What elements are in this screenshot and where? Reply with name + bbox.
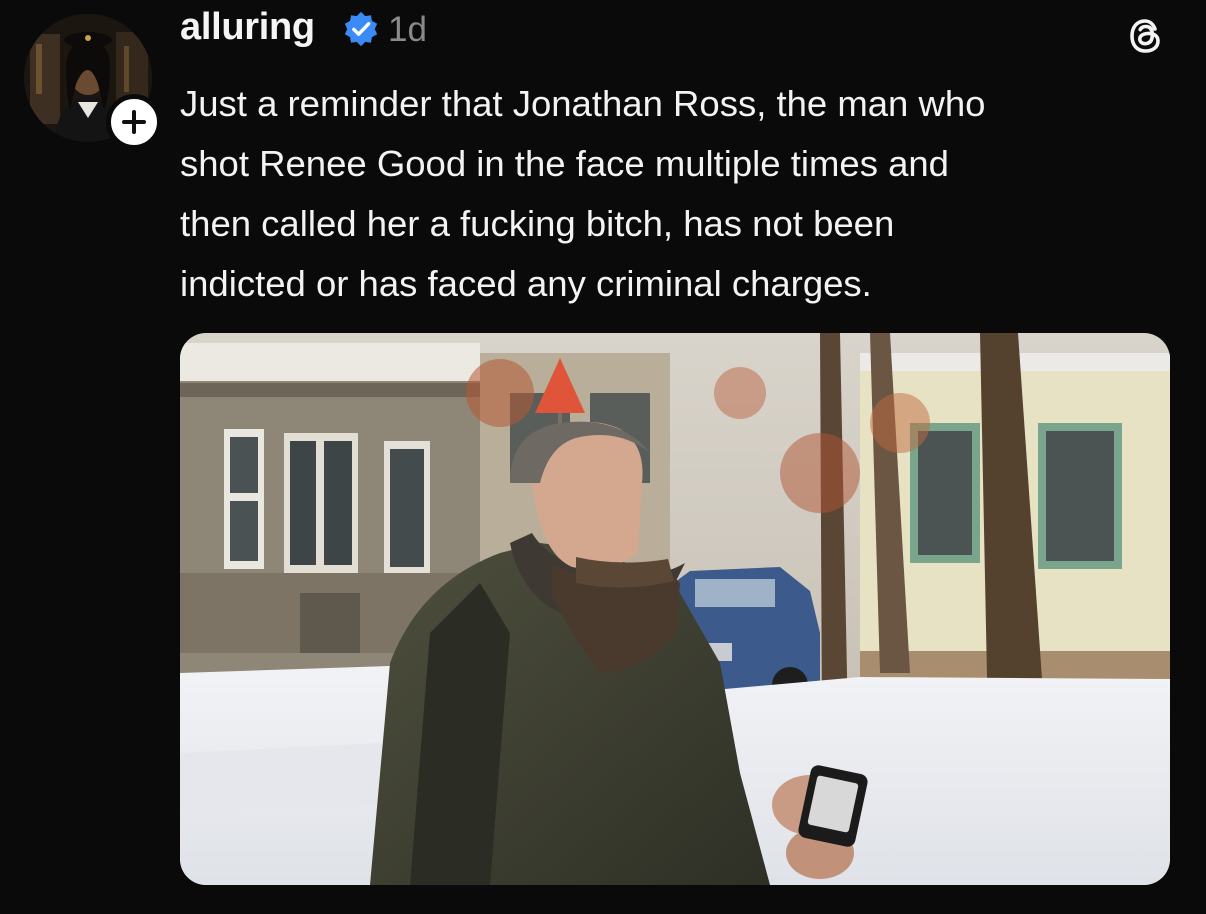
post-text: Just a reminder that Jonathan Ross, the … [180, 74, 1170, 314]
plus-icon [122, 110, 146, 134]
post-photo[interactable] [180, 333, 1170, 885]
post-text-line: shot Renee Good in the face multiple tim… [180, 143, 949, 184]
thread-post: alluring 1d Just a reminder that Jonatha… [0, 0, 1206, 914]
follow-button[interactable] [106, 94, 162, 150]
post-text-line: Just a reminder that Jonathan Ross, the … [180, 83, 986, 124]
avatar-container[interactable] [24, 14, 162, 150]
username[interactable]: alluring [180, 6, 315, 49]
post-timestamp: 1d [388, 10, 427, 49]
photo-scene [180, 333, 1170, 885]
verified-badge-icon [344, 11, 378, 47]
post-text-line: indicted or has faced any criminal charg… [180, 263, 872, 304]
post-text-line: then called her a fucking bitch, has not… [180, 203, 895, 244]
threads-logo-icon[interactable] [1124, 14, 1168, 58]
